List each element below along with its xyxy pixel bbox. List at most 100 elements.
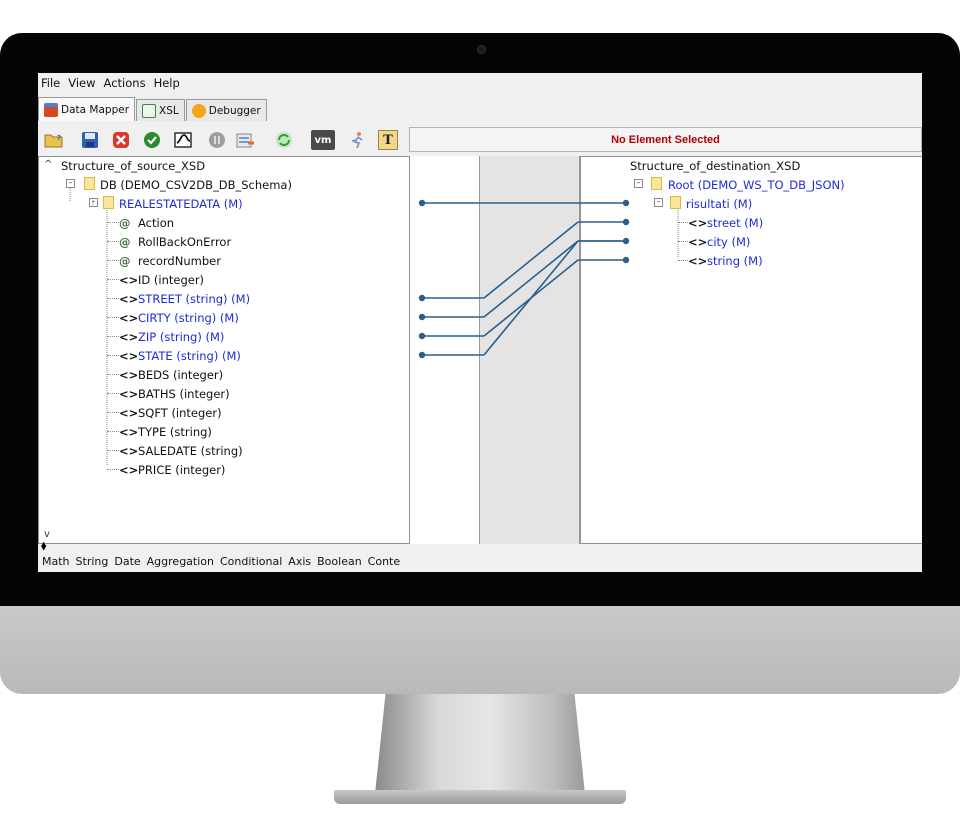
attribute-icon: @ (119, 216, 131, 230)
element-icon: <> (688, 235, 708, 249)
tree-branch-line (107, 412, 119, 414)
mapper-workarea: ^ v Structure_of_source_XSD - DB (DEMO_C… (38, 156, 922, 548)
save-disk-icon[interactable] (80, 130, 100, 150)
destination-field-node[interactable]: street (M) (707, 216, 763, 230)
element-icon: <> (119, 292, 139, 306)
palette-tab-conte[interactable]: Conte (368, 555, 400, 568)
gift-icon (44, 102, 58, 117)
stop-circle-icon[interactable] (207, 130, 227, 150)
folder-icon (670, 196, 681, 209)
source-field-node[interactable]: recordNumber (138, 254, 221, 268)
source-connector-gutter (410, 156, 479, 544)
collapse-icon[interactable]: - (66, 179, 75, 188)
run-figure-icon[interactable] (348, 130, 368, 150)
export-icon[interactable] (236, 130, 256, 150)
destination-root-title[interactable]: Structure_of_destination_XSD (630, 159, 800, 173)
tab-label: XSL (159, 104, 179, 117)
palette-tab-string[interactable]: String (76, 555, 109, 568)
source-field-node[interactable]: PRICE (integer) (138, 463, 225, 477)
source-field-node[interactable]: BATHS (integer) (138, 387, 230, 401)
element-icon: <> (688, 254, 708, 268)
element-icon: <> (119, 406, 139, 420)
collapse-icon[interactable]: - (89, 198, 98, 207)
open-folder-icon[interactable]: ? (44, 130, 64, 150)
source-field-node[interactable]: TYPE (string) (138, 425, 212, 439)
scroll-up-icon[interactable]: ^ (44, 159, 52, 170)
collapse-icon[interactable]: - (654, 198, 663, 207)
destination-group-node[interactable]: risultati (M) (686, 197, 752, 211)
source-field-node[interactable]: ZIP (string) (M) (138, 330, 224, 344)
tree-branch-line (107, 317, 119, 319)
source-tree-pane[interactable]: ^ v Structure_of_source_XSD - DB (DEMO_C… (38, 156, 410, 544)
vm-icon[interactable]: vm (311, 130, 335, 150)
tree-branch-line (107, 355, 119, 357)
menu-view[interactable]: View (68, 76, 95, 90)
palette-tab-aggregation[interactable]: Aggregation (147, 555, 214, 568)
element-icon: <> (119, 368, 139, 382)
element-icon: <> (119, 444, 139, 458)
attribute-icon: @ (119, 254, 131, 268)
element-icon: <> (119, 387, 139, 401)
tab-data-mapper[interactable]: Data Mapper (38, 97, 136, 121)
debugger-gear-icon (191, 103, 206, 118)
element-icon: <> (119, 273, 139, 287)
palette-tab-conditional[interactable]: Conditional (220, 555, 282, 568)
palette-tab-boolean[interactable]: Boolean (317, 555, 362, 568)
destination-field-node[interactable]: string (M) (707, 254, 763, 268)
palette-tab-date[interactable]: Date (114, 555, 140, 568)
menu-actions[interactable]: Actions (104, 76, 146, 90)
source-record-node[interactable]: REALESTATEDATA (M) (119, 197, 243, 211)
attribute-icon: @ (119, 235, 131, 249)
menu-help[interactable]: Help (154, 76, 180, 90)
folder-icon (103, 196, 114, 209)
tree-branch-line (107, 374, 119, 376)
folder-icon (651, 177, 662, 190)
validate-check-icon[interactable] (142, 130, 162, 150)
split-handle-icon[interactable]: ▲ ▼ (41, 541, 46, 552)
element-icon: <> (119, 425, 139, 439)
palette-tab-math[interactable]: Math (42, 555, 70, 568)
source-field-node[interactable]: CIRTY (string) (M) (138, 311, 239, 325)
refresh-icon[interactable] (274, 130, 294, 150)
tab-label: Debugger (208, 104, 261, 117)
function-palette-tabs: Math String Date Aggregation Conditional Axis… (38, 550, 922, 572)
source-field-node[interactable]: BEDS (integer) (138, 368, 223, 382)
source-field-node[interactable]: STATE (string) (M) (138, 349, 241, 363)
svg-text:?: ? (57, 134, 61, 142)
element-icon: <> (119, 349, 139, 363)
element-icon: <> (688, 216, 708, 230)
map-function-icon[interactable] (173, 130, 193, 150)
source-root-title[interactable]: Structure_of_source_XSD (61, 159, 205, 173)
element-icon: <> (119, 330, 139, 344)
source-db-node[interactable]: DB (DEMO_CSV2DB_DB_Schema) (100, 178, 292, 192)
source-field-node[interactable]: STREET (string) (M) (138, 292, 250, 306)
source-field-node[interactable]: ID (integer) (138, 273, 204, 287)
tree-branch-line (107, 279, 119, 281)
palette-tab-axis[interactable]: Axis (288, 555, 311, 568)
destination-field-node[interactable]: city (M) (707, 235, 750, 249)
mapping-canvas[interactable] (479, 156, 580, 544)
source-field-node[interactable]: Action (138, 216, 174, 230)
destination-root-node[interactable]: Root (DEMO_WS_TO_DB_JSON) (668, 178, 845, 192)
source-field-node[interactable]: SQFT (integer) (138, 406, 222, 420)
tree-branch-line (107, 469, 119, 471)
element-icon: <> (119, 311, 139, 325)
tab-debugger[interactable]: Debugger (185, 99, 267, 121)
source-field-node[interactable]: RollBackOnError (138, 235, 231, 249)
tab-bar: Data Mapper XSL Debugger (38, 97, 268, 121)
scroll-down-icon[interactable]: v (44, 529, 50, 540)
tree-branch-line (107, 336, 119, 338)
selection-status: No Element Selected (409, 127, 922, 152)
tab-label: Data Mapper (61, 103, 130, 116)
tree-branch-line (107, 450, 119, 452)
collapse-icon[interactable]: - (634, 179, 643, 188)
camera-icon (477, 45, 486, 54)
source-field-node[interactable]: SALEDATE (string) (138, 444, 243, 458)
delete-x-icon[interactable] (111, 130, 131, 150)
tab-xsl[interactable]: XSL (136, 99, 185, 121)
monitor-foot (334, 790, 626, 804)
menu-file[interactable]: File (41, 76, 60, 90)
tree-branch-line (107, 222, 119, 224)
destination-tree-pane[interactable]: Structure_of_destination_XSD - Root (DEM… (580, 156, 922, 544)
text-icon[interactable]: T (378, 130, 398, 150)
